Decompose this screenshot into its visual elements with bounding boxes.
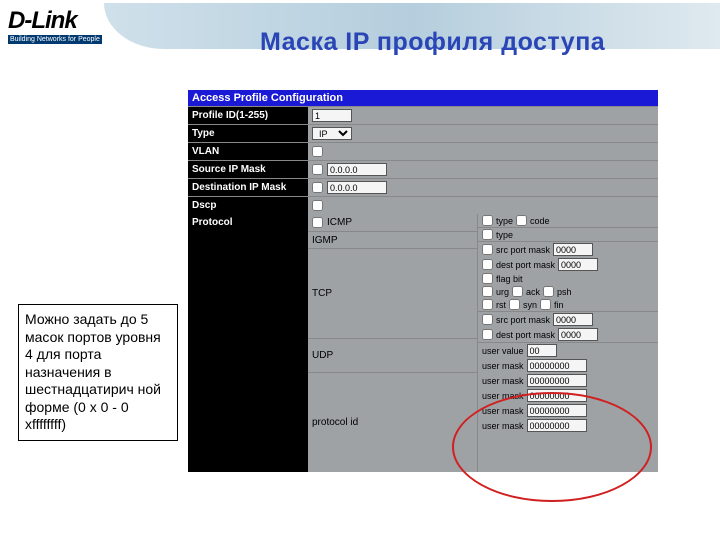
user-mask-input-2[interactable] [527, 374, 587, 387]
icmp-code-checkbox[interactable] [516, 215, 527, 226]
panel-title: Access Profile Configuration [188, 90, 658, 106]
dscp-label: Dscp [188, 197, 308, 214]
type-select[interactable]: IP [312, 127, 352, 140]
page-title: Маска IP профиля доступа [260, 28, 605, 57]
brand-tagline: Building Networks for People [8, 35, 102, 44]
fin-label: fin [554, 300, 564, 310]
brand-logo: D-Link Building Networks for People [0, 5, 110, 48]
user-mask-label-4: user mask [482, 406, 524, 416]
rst-label: rst [496, 300, 506, 310]
udp-dst-mask-input[interactable] [558, 328, 598, 341]
flag-bit-checkbox[interactable] [482, 273, 493, 284]
user-mask-input-5[interactable] [527, 419, 587, 432]
igmp-type-checkbox[interactable] [482, 229, 493, 240]
src-ip-mask-checkbox[interactable] [312, 164, 323, 175]
user-value-input[interactable] [527, 344, 557, 357]
urg-label: urg [496, 287, 509, 297]
annotation-note: Можно задать до 5 масок портов уровня 4 … [18, 304, 178, 441]
user-mask-label-3: user mask [482, 391, 524, 401]
protocol-label: Protocol [192, 217, 233, 228]
access-profile-panel: Access Profile Configuration Profile ID(… [188, 90, 658, 472]
icmp-code-label: code [530, 216, 550, 226]
profile-id-label: Profile ID(1-255) [188, 107, 308, 124]
dst-ip-mask-label: Destination IP Mask [188, 179, 308, 196]
ack-checkbox[interactable] [512, 286, 523, 297]
dst-ip-mask-checkbox[interactable] [312, 182, 323, 193]
dst-ip-mask-input[interactable] [327, 181, 387, 194]
udp-src-mask-label: src port mask [496, 315, 550, 325]
icmp-label: ICMP [327, 217, 352, 228]
user-mask-input-4[interactable] [527, 404, 587, 417]
src-ip-mask-label: Source IP Mask [188, 161, 308, 178]
tcp-src-mask-input[interactable] [553, 243, 593, 256]
udp-src-mask-checkbox[interactable] [482, 314, 493, 325]
icmp-type-label: type [496, 216, 513, 226]
dscp-checkbox[interactable] [312, 200, 323, 211]
user-mask-input-3[interactable] [527, 389, 587, 402]
tcp-src-mask-label: src port mask [496, 245, 550, 255]
vlan-checkbox[interactable] [312, 146, 323, 157]
type-label: Type [188, 125, 308, 142]
vlan-label: VLAN [188, 143, 308, 160]
user-mask-label-1: user mask [482, 361, 524, 371]
igmp-label: IGMP [312, 235, 338, 246]
psh-checkbox[interactable] [543, 286, 554, 297]
tcp-dst-mask-checkbox[interactable] [482, 259, 493, 270]
tcp-dst-mask-input[interactable] [558, 258, 598, 271]
urg-checkbox[interactable] [482, 286, 493, 297]
tcp-label: TCP [312, 288, 332, 299]
src-ip-mask-input[interactable] [327, 163, 387, 176]
ack-label: ack [526, 287, 540, 297]
user-mask-label-5: user mask [482, 421, 524, 431]
brand-name: D-Link [8, 9, 102, 33]
icmp-type-checkbox[interactable] [482, 215, 493, 226]
psh-label: psh [557, 287, 572, 297]
udp-dst-mask-label: dest port mask [496, 330, 555, 340]
protocol-checkbox[interactable] [312, 217, 323, 228]
udp-label: UDP [312, 350, 333, 361]
profile-id-input[interactable] [312, 109, 352, 122]
protocol-id-label: protocol id [312, 417, 358, 428]
flag-bit-label: flag bit [496, 274, 523, 284]
user-value-label: user value [482, 346, 524, 356]
igmp-type-label: type [496, 230, 513, 240]
rst-checkbox[interactable] [482, 299, 493, 310]
udp-src-mask-input[interactable] [553, 313, 593, 326]
tcp-dst-mask-label: dest port mask [496, 260, 555, 270]
fin-checkbox[interactable] [540, 299, 551, 310]
tcp-src-mask-checkbox[interactable] [482, 244, 493, 255]
syn-label: syn [523, 300, 537, 310]
udp-dst-mask-checkbox[interactable] [482, 329, 493, 340]
user-mask-input-1[interactable] [527, 359, 587, 372]
user-mask-label-2: user mask [482, 376, 524, 386]
syn-checkbox[interactable] [509, 299, 520, 310]
